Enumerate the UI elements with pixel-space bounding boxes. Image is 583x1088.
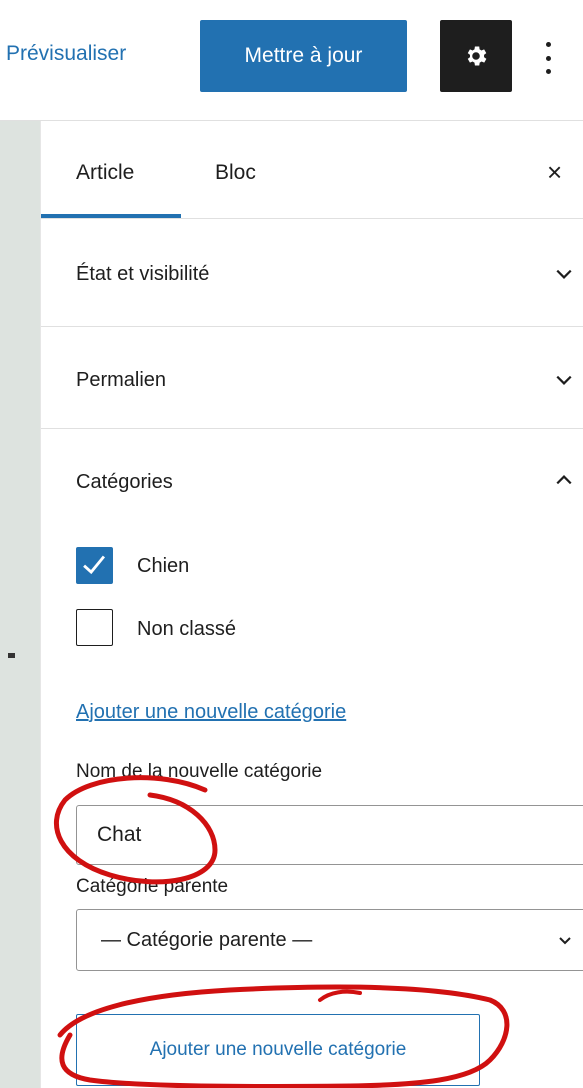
panel-status-visibility[interactable]: État et visibilité — [41, 219, 583, 327]
tab-article[interactable]: Article — [76, 161, 134, 185]
chevron-down-icon — [556, 375, 572, 385]
add-new-category-link[interactable]: Ajouter une nouvelle catégorie — [76, 701, 346, 724]
ellipsis-dot — [545, 69, 551, 74]
more-options-button[interactable] — [536, 38, 560, 78]
category-label: Non classé — [137, 618, 236, 640]
settings-sidebar: Article Bloc × État et visibilité Permal… — [40, 121, 583, 1088]
add-new-category-button[interactable]: Ajouter une nouvelle catégorie — [76, 1014, 480, 1086]
update-button[interactable]: Mettre à jour — [200, 20, 407, 92]
vertical-ellipsis-icon — [545, 42, 551, 47]
active-tab-indicator — [41, 214, 181, 218]
preview-link[interactable]: Prévisualiser — [6, 42, 126, 66]
checkbox-non-classe[interactable] — [76, 609, 113, 646]
parent-category-label: Catégorie parente — [76, 876, 229, 897]
panel-title: Catégories — [76, 471, 173, 493]
category-label: Chien — [137, 555, 190, 577]
settings-button[interactable] — [440, 20, 512, 92]
tab-bloc[interactable]: Bloc — [215, 161, 256, 185]
chevron-down-icon — [556, 269, 572, 279]
chevron-down-icon — [559, 937, 571, 945]
panel-permalink[interactable]: Permalien — [41, 327, 583, 429]
editor-window: Prévisualiser Mettre à jour Article Bloc… — [0, 0, 583, 1088]
panel-title: État et visibilité — [76, 263, 210, 285]
new-category-name-input[interactable] — [76, 805, 583, 865]
new-category-name-label: Nom de la nouvelle catégorie — [76, 761, 323, 782]
canvas-marker — [8, 653, 15, 658]
parent-category-select[interactable]: — Catégorie parente — — [76, 909, 583, 971]
checkmark-icon — [83, 555, 106, 575]
panel-title: Permalien — [76, 369, 167, 391]
panel-categories[interactable]: Catégories — [41, 429, 583, 529]
ellipsis-dot — [545, 55, 551, 61]
editor-canvas-edge — [0, 121, 40, 1088]
sidebar-tabs: Article Bloc × — [41, 121, 583, 219]
select-value: — Catégorie parente — — [101, 929, 313, 951]
close-icon[interactable]: × — [547, 157, 562, 188]
checkbox-chien[interactable] — [76, 547, 113, 584]
gear-icon — [467, 46, 487, 66]
chevron-up-icon — [556, 475, 572, 485]
